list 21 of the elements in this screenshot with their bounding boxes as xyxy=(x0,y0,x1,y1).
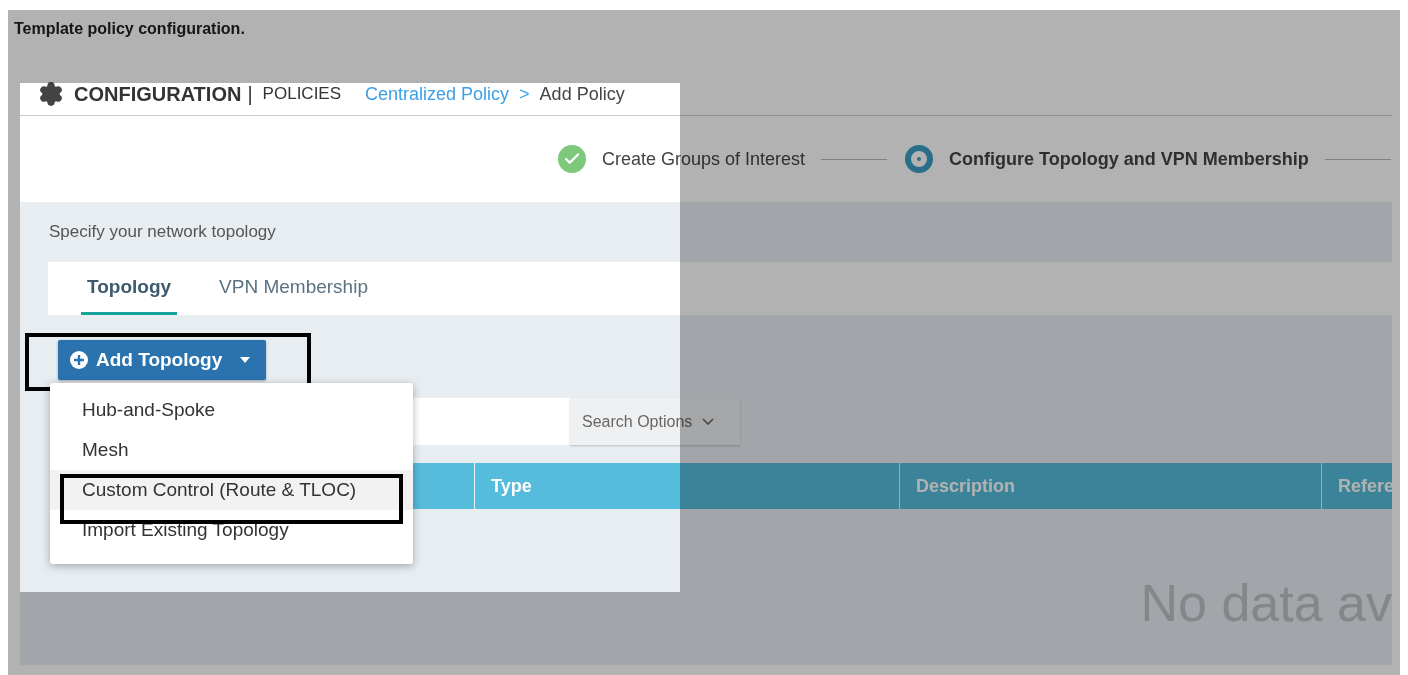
column-header: Type xyxy=(475,463,900,509)
menu-item[interactable]: Hub-and-Spoke xyxy=(50,390,413,430)
tab[interactable]: Topology xyxy=(81,262,178,315)
plus-circle-icon xyxy=(70,351,88,369)
chevron-down-icon xyxy=(702,418,715,425)
breadcrumb-current: Add Policy xyxy=(539,83,625,105)
section-subtitle: POLICIES xyxy=(262,84,342,104)
column-header: Description xyxy=(900,463,1322,509)
caption: Template policy configuration. xyxy=(13,19,246,39)
column-header: Refere xyxy=(1337,474,1395,498)
title-separator: | xyxy=(247,82,253,106)
instruction-text: Specify your network topology xyxy=(48,221,277,243)
search-options-button[interactable]: Search Options xyxy=(570,398,740,445)
add-topology-button[interactable]: Add Topology xyxy=(58,340,267,380)
tab[interactable]: VPN Membership xyxy=(213,262,374,315)
step-label: Configure Topology and VPN Membership xyxy=(949,148,1309,170)
section-title: CONFIGURATION xyxy=(74,82,242,106)
menu-item[interactable]: Mesh xyxy=(50,430,413,470)
settings-icon xyxy=(38,81,64,107)
breadcrumb-separator: > xyxy=(519,83,530,105)
menu-item[interactable]: Import Existing Topology xyxy=(50,510,413,550)
